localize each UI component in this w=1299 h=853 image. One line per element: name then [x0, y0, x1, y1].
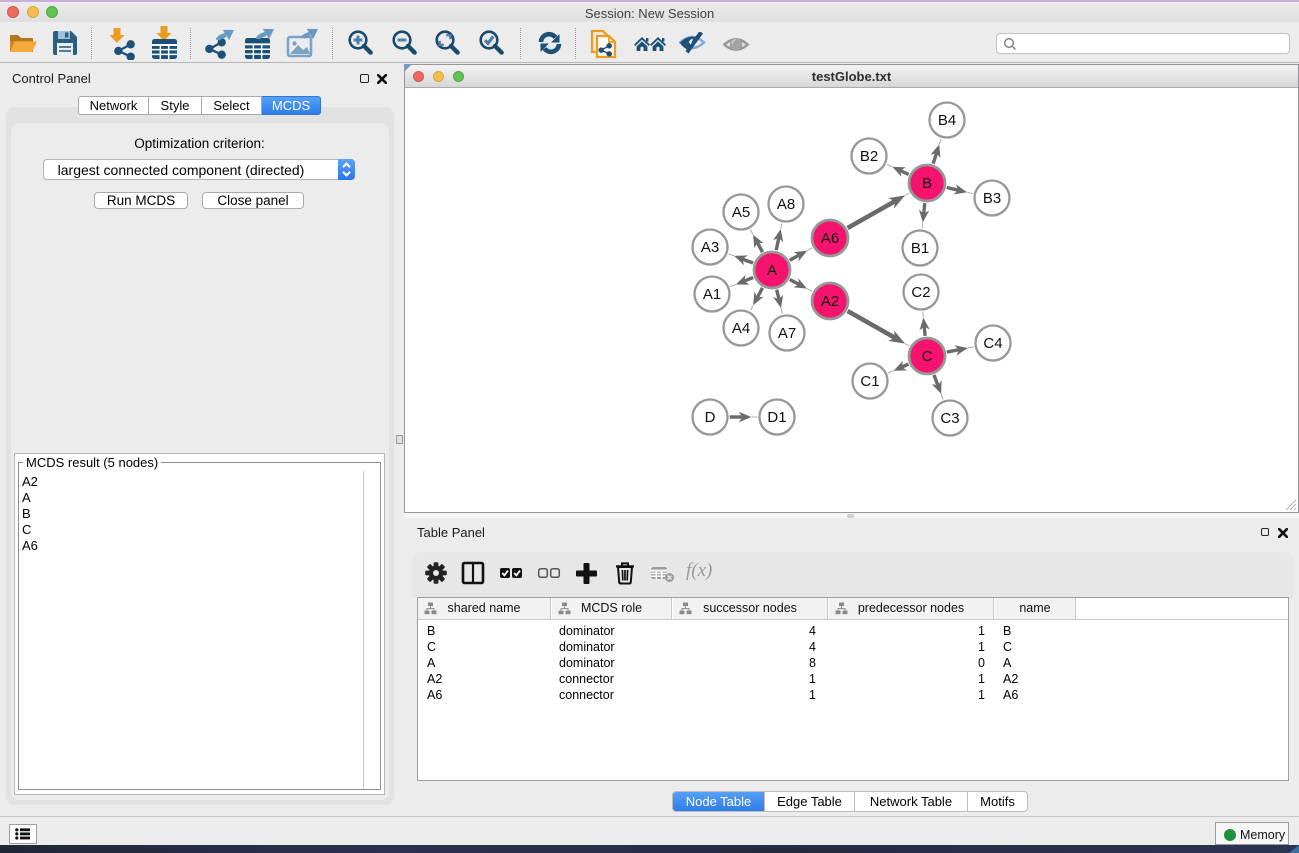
- svg-text:B4: B4: [938, 112, 956, 129]
- svg-text:C4: C4: [983, 335, 1002, 352]
- svg-text:A8: A8: [777, 196, 795, 213]
- svg-text:C2: C2: [911, 284, 930, 301]
- svg-text:A5: A5: [732, 204, 750, 221]
- svg-text:B3: B3: [983, 190, 1001, 207]
- svg-text:D: D: [705, 409, 716, 426]
- svg-text:C: C: [922, 348, 933, 365]
- svg-text:A7: A7: [778, 325, 796, 342]
- svg-text:A1: A1: [703, 286, 721, 303]
- svg-text:A: A: [767, 262, 777, 279]
- svg-text:A6: A6: [821, 230, 839, 247]
- svg-text:A3: A3: [701, 239, 719, 256]
- svg-text:C1: C1: [860, 373, 879, 390]
- svg-text:B1: B1: [911, 240, 929, 257]
- svg-text:A4: A4: [732, 320, 750, 337]
- svg-text:B2: B2: [860, 148, 878, 165]
- svg-text:C3: C3: [940, 410, 959, 427]
- svg-text:B: B: [922, 175, 932, 192]
- svg-text:A2: A2: [821, 293, 839, 310]
- svg-text:D1: D1: [767, 409, 786, 426]
